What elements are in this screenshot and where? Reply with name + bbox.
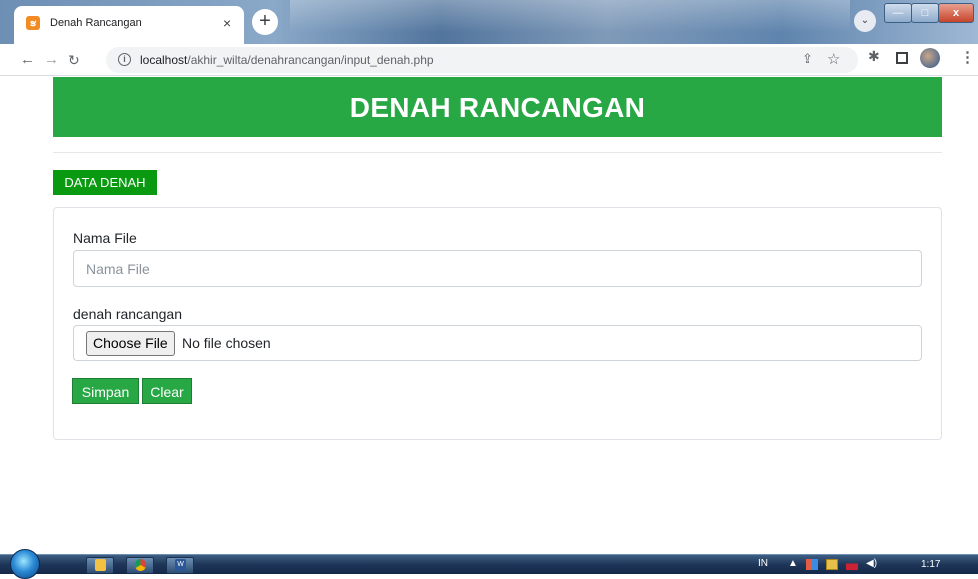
- word-icon: W: [175, 559, 186, 571]
- tab-title: Denah Rancangan: [50, 17, 142, 29]
- address-bar[interactable]: i localhost/akhir_wilta/denahrancangan/i…: [106, 47, 858, 73]
- url-path: /akhir_wilta/denahrancangan/input_denah.…: [187, 53, 434, 67]
- nama-file-label: Nama File: [73, 230, 137, 246]
- window-close-button[interactable]: x: [938, 3, 974, 23]
- window-minimize-button[interactable]: —: [884, 3, 912, 23]
- window-maximize-button[interactable]: □: [911, 3, 939, 23]
- divider: [53, 152, 942, 153]
- tab-search-chevron-icon[interactable]: ⌄: [854, 10, 876, 32]
- tab-close-icon[interactable]: ×: [223, 15, 231, 31]
- new-tab-button[interactable]: +: [252, 9, 278, 35]
- side-panel-icon[interactable]: [896, 52, 908, 64]
- taskbar: W IN ▲ ◀) 1:17: [0, 549, 978, 579]
- star-icon[interactable]: ☆: [827, 50, 840, 68]
- info-icon[interactable]: i: [118, 53, 131, 66]
- folder-icon: [95, 559, 106, 571]
- start-button[interactable]: [10, 549, 40, 579]
- browser-toolbar: ← → ↻ i localhost/akhir_wilta/denahranca…: [0, 44, 978, 76]
- tray-expand-icon[interactable]: ▲: [788, 558, 798, 569]
- browser-tab-active[interactable]: ຮ Denah Rancangan ×: [14, 6, 244, 44]
- puzzle-icon[interactable]: ✱: [868, 48, 880, 65]
- forward-arrow-icon[interactable]: →: [44, 50, 59, 70]
- file-input[interactable]: Choose File No file chosen: [73, 325, 922, 361]
- form-card: [53, 207, 942, 440]
- kebab-menu-icon[interactable]: ⋮: [960, 48, 975, 66]
- avatar[interactable]: [920, 48, 940, 68]
- choose-file-button[interactable]: Choose File: [86, 331, 175, 356]
- taskbar-word-button[interactable]: W: [166, 557, 194, 574]
- taskbar-clock[interactable]: 1:17: [921, 559, 940, 570]
- browser-tabstrip: ຮ Denah Rancangan × + ⌄ — □ x: [0, 0, 978, 44]
- simpan-button[interactable]: Simpan: [72, 378, 139, 404]
- page-title: DENAH RANCANGAN: [349, 92, 646, 123]
- page-header: DENAH RANCANGAN: [53, 77, 942, 137]
- back-arrow-icon[interactable]: ←: [20, 50, 35, 70]
- nama-file-input[interactable]: [73, 250, 922, 287]
- data-denah-button[interactable]: DATA DENAH: [53, 170, 157, 195]
- taskbar-chrome-button[interactable]: [126, 557, 154, 574]
- reload-icon[interactable]: ↻: [68, 50, 80, 70]
- url-host: localhost: [140, 53, 188, 67]
- taskbar-explorer-button[interactable]: [86, 557, 114, 574]
- denah-rancangan-label: denah rancangan: [73, 306, 182, 322]
- network-icon[interactable]: [846, 559, 858, 570]
- clear-button[interactable]: Clear: [142, 378, 192, 404]
- share-icon[interactable]: ⇪: [802, 51, 813, 67]
- xampp-favicon-icon: ຮ: [26, 16, 40, 30]
- url-text[interactable]: localhost/akhir_wilta/denahrancangan/inp…: [140, 53, 434, 67]
- chrome-icon: [135, 559, 146, 571]
- tray-app-icon[interactable]: [826, 559, 838, 570]
- volume-icon[interactable]: ◀): [866, 558, 877, 569]
- action-center-flag-icon[interactable]: [806, 559, 818, 570]
- file-status-text: No file chosen: [182, 335, 271, 351]
- language-indicator[interactable]: IN: [758, 558, 768, 569]
- window-title-glass: [290, 0, 850, 36]
